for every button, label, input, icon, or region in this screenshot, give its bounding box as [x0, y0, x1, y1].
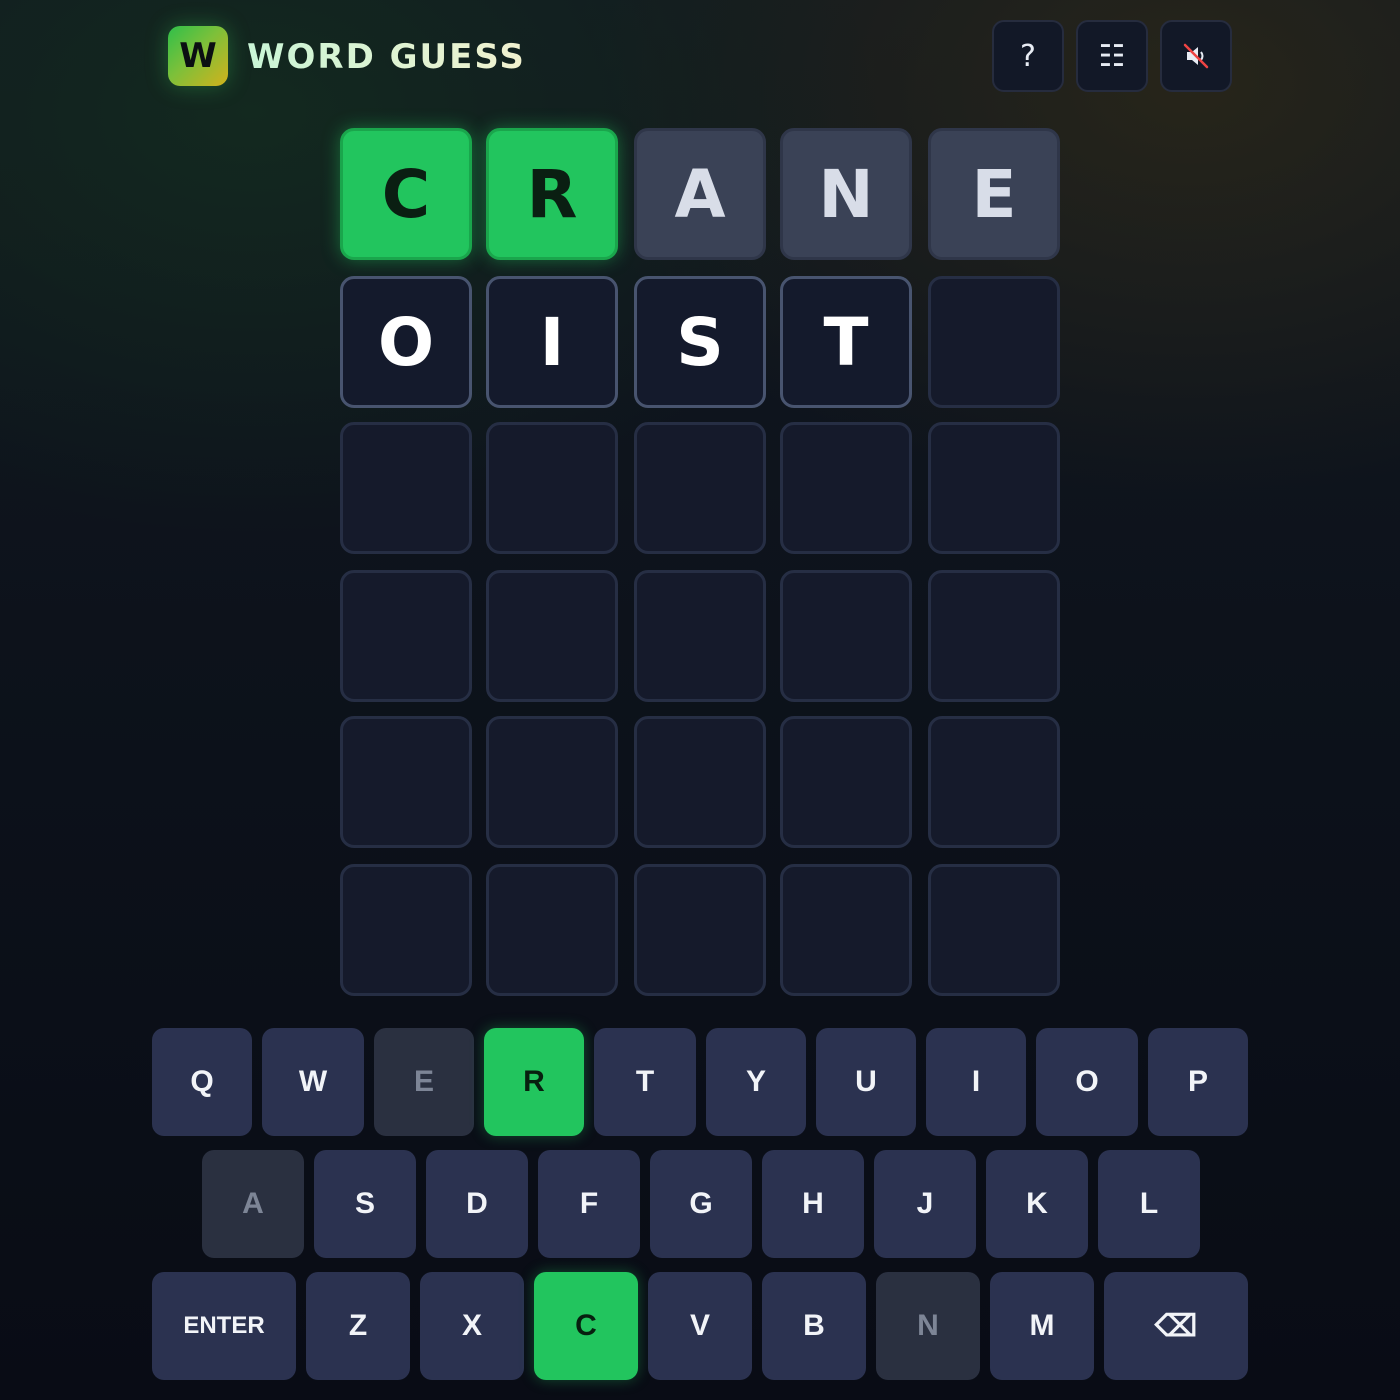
tile-r3-c5 — [928, 422, 1060, 554]
tile-r2-c5 — [928, 276, 1060, 408]
tile-r5-c1 — [340, 716, 472, 848]
key-s[interactable]: S — [314, 1150, 416, 1258]
key-r[interactable]: R — [484, 1028, 584, 1136]
tile-r4-c2 — [486, 570, 618, 702]
tile-r1-c2: R — [486, 128, 618, 260]
tile-r3-c3 — [634, 422, 766, 554]
key-f[interactable]: F — [538, 1150, 640, 1258]
tile-r3-c1 — [340, 422, 472, 554]
tile-r5-c3 — [634, 716, 766, 848]
tile-r4-c1 — [340, 570, 472, 702]
tile-r3-c4 — [780, 422, 912, 554]
key-h[interactable]: H — [762, 1150, 864, 1258]
stats-grid-icon: ☷ — [1098, 38, 1126, 74]
tile-r2-c4: T — [780, 276, 912, 408]
key-c[interactable]: C — [534, 1272, 638, 1380]
question-mark-icon: ? — [1020, 38, 1036, 74]
key-l[interactable]: L — [1098, 1150, 1200, 1258]
tile-r4-c3 — [634, 570, 766, 702]
key-w[interactable]: W — [262, 1028, 364, 1136]
stats-button[interactable]: ☷ — [1076, 20, 1148, 92]
tile-r6-c1 — [340, 864, 472, 996]
key-q[interactable]: Q — [152, 1028, 252, 1136]
tile-r6-c3 — [634, 864, 766, 996]
key-i[interactable]: I — [926, 1028, 1026, 1136]
tile-r5-c5 — [928, 716, 1060, 848]
sound-button[interactable] — [1160, 20, 1232, 92]
tile-r2-c3: S — [634, 276, 766, 408]
key-o[interactable]: O — [1036, 1028, 1138, 1136]
tile-r1-c3: A — [634, 128, 766, 260]
tile-r3-c2 — [486, 422, 618, 554]
key-j[interactable]: J — [874, 1150, 976, 1258]
tile-r4-c5 — [928, 570, 1060, 702]
tile-r1-c1: C — [340, 128, 472, 260]
tile-r2-c1: O — [340, 276, 472, 408]
tile-r6-c2 — [486, 864, 618, 996]
backspace-key[interactable]: ⌫ — [1104, 1272, 1248, 1380]
logo-letter: W — [179, 36, 217, 76]
logo-badge: W — [168, 26, 228, 86]
key-e[interactable]: E — [374, 1028, 474, 1136]
tile-r6-c4 — [780, 864, 912, 996]
key-k[interactable]: K — [986, 1150, 1088, 1258]
tile-r5-c2 — [486, 716, 618, 848]
key-z[interactable]: Z — [306, 1272, 410, 1380]
enter-key[interactable]: ENTER — [152, 1272, 296, 1380]
key-u[interactable]: U — [816, 1028, 916, 1136]
key-d[interactable]: D — [426, 1150, 528, 1258]
tile-r1-c4: N — [780, 128, 912, 260]
key-n[interactable]: N — [876, 1272, 980, 1380]
key-a[interactable]: A — [202, 1150, 304, 1258]
key-v[interactable]: V — [648, 1272, 752, 1380]
game-board: CRANE OIST — [340, 128, 1060, 996]
key-m[interactable]: M — [990, 1272, 1094, 1380]
key-x[interactable]: X — [420, 1272, 524, 1380]
key-g[interactable]: G — [650, 1150, 752, 1258]
tile-r4-c4 — [780, 570, 912, 702]
speaker-muted-icon — [1183, 43, 1209, 69]
tile-r6-c5 — [928, 864, 1060, 996]
key-b[interactable]: B — [762, 1272, 866, 1380]
key-t[interactable]: T — [594, 1028, 696, 1136]
key-y[interactable]: Y — [706, 1028, 806, 1136]
key-p[interactable]: P — [1148, 1028, 1248, 1136]
app-title: WORD GUESS — [247, 37, 526, 77]
tile-r1-c5: E — [928, 128, 1060, 260]
tile-r5-c4 — [780, 716, 912, 848]
tile-r2-c2: I — [486, 276, 618, 408]
help-button[interactable]: ? — [992, 20, 1064, 92]
